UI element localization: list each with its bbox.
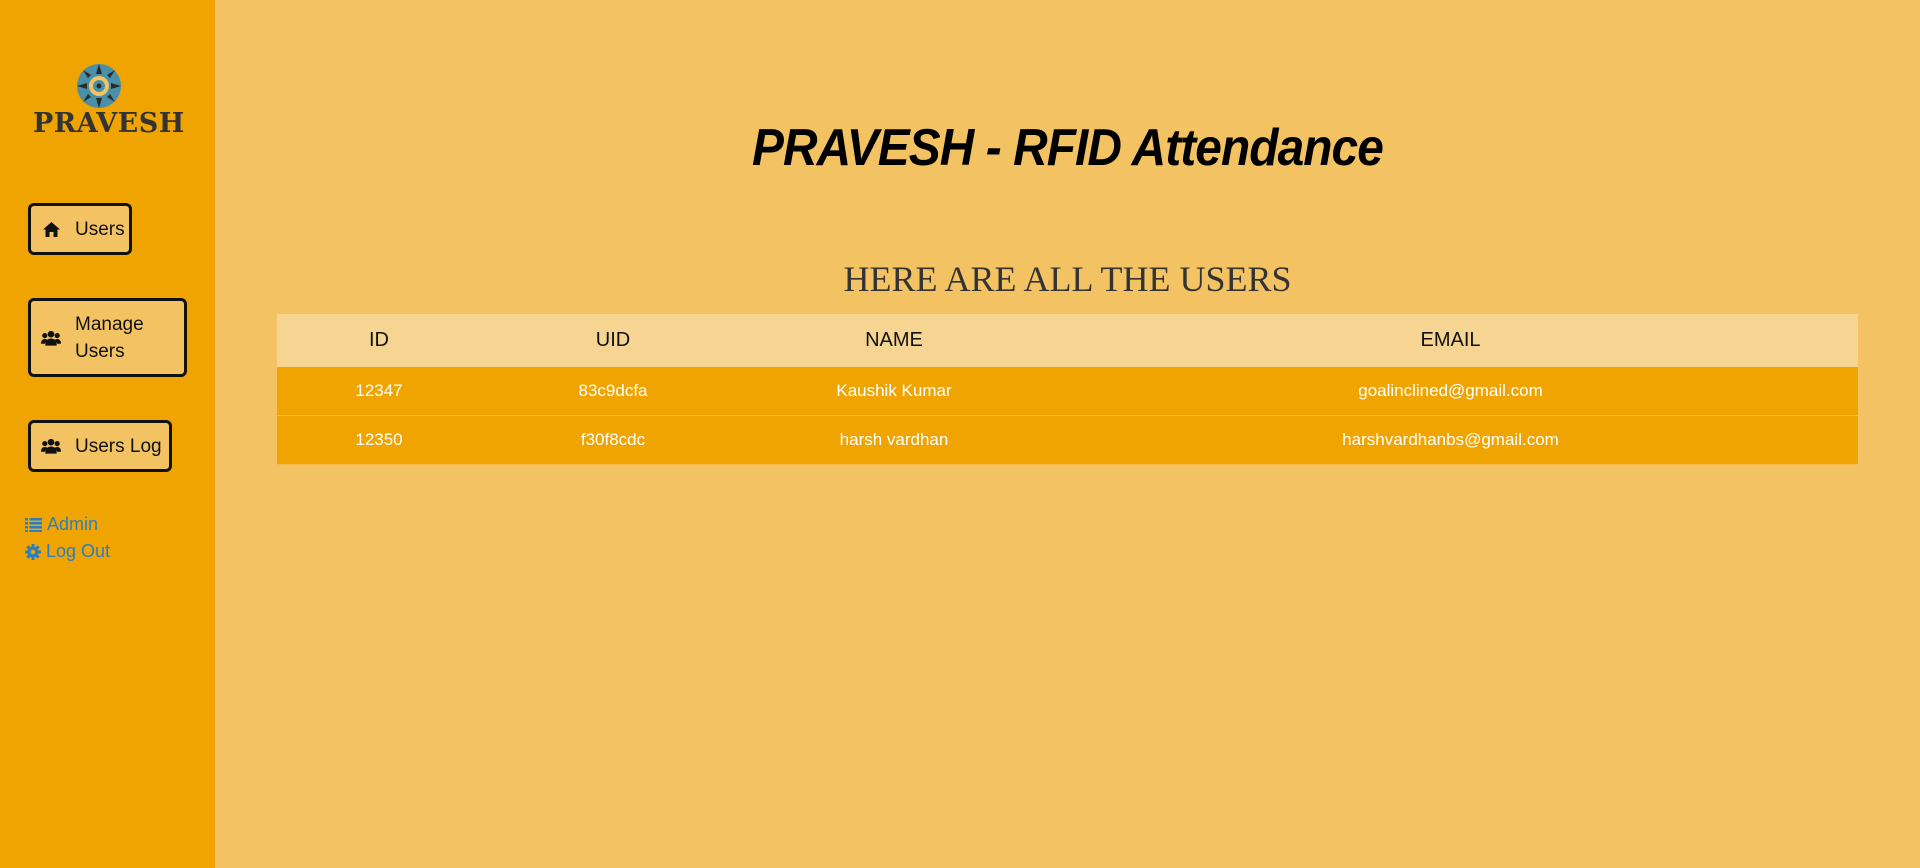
cell-uid: 83c9dcfa bbox=[481, 367, 745, 416]
header-email: EMAIL bbox=[1043, 314, 1858, 367]
users-button-label: Users bbox=[75, 218, 125, 240]
cell-uid: f30f8cdc bbox=[481, 415, 745, 465]
cell-email: goalinclined@gmail.com bbox=[1043, 367, 1858, 416]
table-row[interactable]: 12350 f30f8cdc harsh vardhan harshvardha… bbox=[277, 415, 1858, 465]
cell-id: 12347 bbox=[277, 367, 481, 416]
gear-icon bbox=[25, 543, 41, 560]
cell-id: 12350 bbox=[277, 415, 481, 465]
list-icon bbox=[25, 517, 42, 532]
cell-name: harsh vardhan bbox=[745, 415, 1043, 465]
cell-email: harshvardhanbs@gmail.com bbox=[1043, 415, 1858, 465]
page-title: PRAVESH - RFID Attendance bbox=[752, 119, 1384, 177]
header-name: NAME bbox=[745, 314, 1043, 367]
section-title: HERE ARE ALL THE USERS bbox=[843, 259, 1292, 299]
users-group-icon bbox=[41, 330, 61, 346]
table-header-row: ID UID NAME EMAIL bbox=[277, 314, 1858, 367]
manage-users-button[interactable]: Manage Users bbox=[28, 298, 187, 377]
admin-link[interactable]: Admin bbox=[25, 514, 98, 535]
logo-text: PRAVESH bbox=[33, 108, 185, 139]
header-id: ID bbox=[277, 314, 481, 367]
users-group-icon bbox=[41, 438, 61, 454]
users-button[interactable]: Users bbox=[28, 203, 132, 255]
header-uid: UID bbox=[481, 314, 745, 367]
table-row[interactable]: 12347 83c9dcfa Kaushik Kumar goalincline… bbox=[277, 367, 1858, 416]
home-icon bbox=[41, 221, 61, 237]
users-table: ID UID NAME EMAIL 12347 83c9dcfa Kaushik… bbox=[277, 314, 1858, 465]
sidebar: PRAVESH Users Manage Users Users Log Adm… bbox=[0, 0, 215, 868]
logout-link-label: Log Out bbox=[46, 541, 111, 561]
logout-link[interactable]: Log Out bbox=[25, 541, 110, 562]
manage-users-button-label: Manage Users bbox=[75, 313, 144, 362]
logo-emblem-icon bbox=[77, 64, 121, 108]
users-log-button-label: Users Log bbox=[75, 435, 162, 457]
pravesh-logo[interactable]: PRAVESH bbox=[33, 62, 184, 142]
cell-name: Kaushik Kumar bbox=[745, 367, 1043, 416]
users-log-button[interactable]: Users Log bbox=[28, 420, 172, 472]
admin-link-label: Admin bbox=[47, 514, 99, 534]
